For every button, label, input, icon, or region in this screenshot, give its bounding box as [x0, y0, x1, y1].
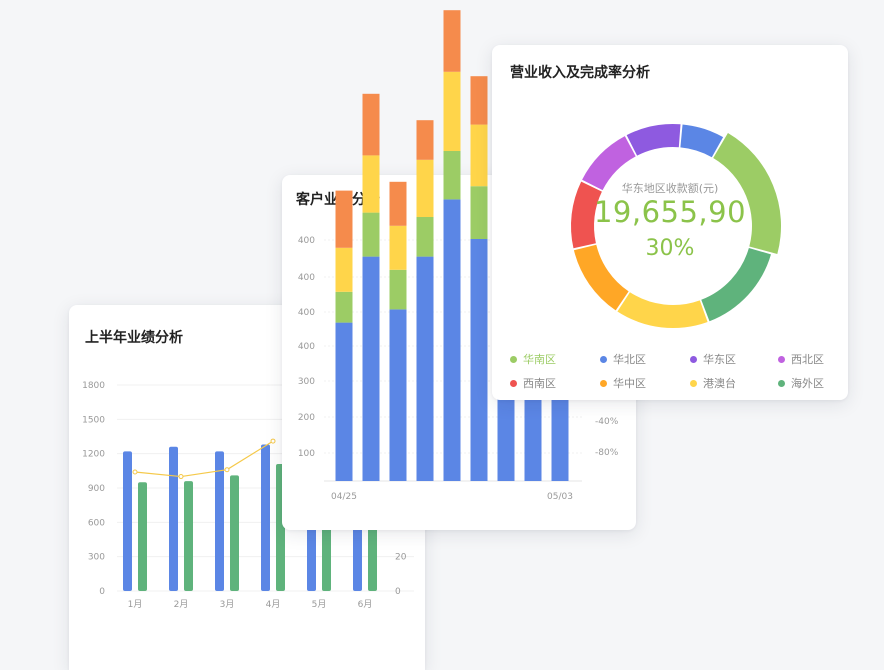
bar-series1 [169, 446, 178, 591]
stacked-bar-segment [362, 93, 380, 156]
y-tick-label: 1200 [82, 450, 105, 460]
y-tick-label: 300 [88, 553, 105, 563]
legend-item[interactable]: 华东区 [690, 351, 736, 367]
stacked-bar-segment [389, 309, 407, 481]
x-tick-label: 2月 [174, 599, 189, 610]
legend-label: 港澳台 [703, 377, 736, 390]
line-point [178, 474, 184, 480]
y-tick-label: 900 [88, 484, 105, 494]
y-tick-label: 1800 [82, 381, 105, 391]
bar-series2 [184, 481, 193, 591]
x-tick-label: 3月 [220, 599, 235, 610]
stacked-bar-segment [389, 225, 407, 270]
legend-label: 华东区 [703, 353, 736, 366]
stacked-bar-segment [416, 159, 434, 217]
x-tick-label: 05/03 [547, 492, 573, 502]
legend-dot-icon [690, 355, 697, 363]
legend-dot-icon [510, 379, 517, 387]
revenue-completion-card: 营业收入及完成率分析 华东地区收款额(元) 19,655,90 30% 华南区华… [492, 45, 848, 400]
y-tick-label: 0 [99, 587, 105, 597]
y-tick-label: 400 [298, 342, 315, 352]
stacked-bar-segment [443, 199, 461, 481]
bar-series1 [261, 444, 270, 591]
legend-label: 华中区 [613, 377, 646, 390]
line-point [224, 467, 230, 473]
legend-label: 西南区 [523, 377, 556, 390]
stacked-bar-segment [335, 247, 353, 292]
y-tick-label: 200 [298, 413, 315, 423]
y-tick-label: 400 [298, 308, 315, 318]
legend-label: 海外区 [791, 377, 824, 390]
stacked-bar-segment [443, 151, 461, 200]
legend-label: 华北区 [613, 353, 646, 366]
stacked-bar-segment [362, 256, 380, 481]
stacked-bar-segment [470, 124, 488, 187]
legend-dot-icon [600, 379, 607, 387]
line-series [134, 440, 274, 478]
stacked-bar-segment [389, 269, 407, 310]
legend-label: 西北区 [791, 353, 824, 366]
x-tick-label: 6月 [358, 599, 373, 610]
stacked-bar-segment [416, 120, 434, 160]
stacked-bar-segment [443, 71, 461, 151]
legend-item[interactable]: 华北区 [600, 351, 646, 367]
legend-item[interactable]: 西北区 [778, 351, 824, 367]
legend-item[interactable]: 海外区 [778, 375, 824, 391]
x-tick-label: 5月 [312, 599, 327, 610]
x-tick-label: 4月 [266, 599, 281, 610]
donut-center-label: 华东地区收款额(元) [621, 182, 719, 195]
right-tick-label: 0 [395, 587, 401, 597]
x-tick-label: 1月 [128, 599, 143, 610]
legend-dot-icon [690, 379, 697, 387]
stacked-bar-segment [443, 10, 461, 72]
donut-slice [617, 292, 708, 328]
legend-label: 华南区 [523, 353, 556, 366]
stacked-bar-segment [470, 239, 488, 481]
stacked-bar-segment [416, 217, 434, 257]
line-point [270, 438, 276, 444]
right-tick-label: -80% [595, 448, 619, 458]
legend-dot-icon [600, 355, 607, 363]
stacked-bar-segment [416, 256, 434, 481]
donut-center-percent: 30% [645, 236, 695, 261]
legend-dot-icon [778, 379, 785, 387]
donut-slice [626, 124, 681, 156]
stacked-bar-segment [389, 181, 407, 226]
donut-center-value: 19,655,90 [593, 195, 747, 229]
stacked-bar-segment [470, 76, 488, 125]
stacked-bar-segment [335, 291, 353, 323]
y-tick-label: 1500 [82, 415, 105, 425]
y-tick-label: 100 [298, 449, 315, 459]
legend-item[interactable]: 西南区 [510, 375, 556, 391]
stacked-bar-segment [362, 212, 380, 257]
y-tick-label: 400 [298, 236, 315, 246]
bar-series2 [138, 482, 147, 591]
bar-series1 [123, 451, 132, 591]
right-tick-label: 20 [395, 553, 407, 563]
right-tick-label: -40% [595, 417, 619, 427]
bar-series2 [230, 475, 239, 591]
stacked-bar-segment [362, 155, 380, 213]
line-point [132, 469, 138, 475]
x-tick-label: 04/25 [331, 492, 357, 502]
legend-item[interactable]: 华南区 [510, 351, 556, 367]
legend-dot-icon [778, 355, 785, 363]
bar-series1 [215, 451, 224, 591]
stacked-bar-segment [335, 190, 353, 248]
y-tick-label: 400 [298, 273, 315, 283]
stacked-bar-segment [470, 186, 488, 239]
legend-dot-icon [510, 355, 517, 363]
legend-item[interactable]: 港澳台 [690, 375, 736, 391]
legend-item[interactable]: 华中区 [600, 375, 646, 391]
stacked-bar-segment [335, 322, 353, 481]
y-tick-label: 300 [298, 377, 315, 387]
y-tick-label: 600 [88, 518, 105, 528]
